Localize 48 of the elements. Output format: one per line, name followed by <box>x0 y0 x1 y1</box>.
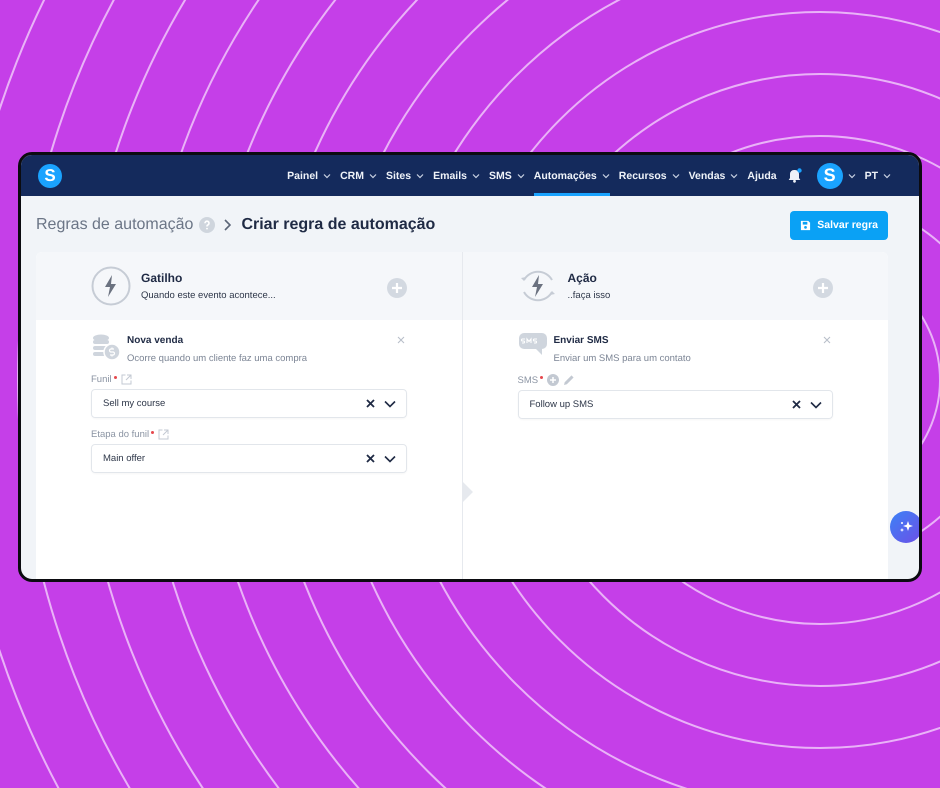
nav-menu-item[interactable]: Sites <box>386 155 424 196</box>
caret-icon <box>516 172 525 178</box>
sparkle-button[interactable] <box>890 511 919 543</box>
clear-icon[interactable] <box>366 399 374 408</box>
chevron-right-icon <box>223 219 232 231</box>
panel-subtitle: Quando este evento acontece... <box>141 290 277 301</box>
dropdown-field[interactable]: Main offer <box>91 444 406 473</box>
panel-subtitle: ..faça isso <box>568 290 612 301</box>
caret-icon <box>369 172 378 178</box>
page-title: Criar regra de automação <box>241 216 436 234</box>
coins-icon <box>91 332 121 362</box>
field-label: Etapa do funil <box>91 429 150 440</box>
nav-menu-item[interactable]: SMS <box>488 155 525 196</box>
panel-title: Gatilho <box>141 271 184 285</box>
nav-menu-item[interactable]: Ajuda <box>747 155 777 196</box>
caret-icon[interactable] <box>848 172 856 178</box>
lightning-icon <box>91 266 131 306</box>
nav-menu-item[interactable]: Automações <box>534 155 610 196</box>
field-label: Funil <box>91 374 112 385</box>
caret-icon <box>602 172 610 178</box>
caret-icon <box>416 172 424 178</box>
caret-icon <box>323 172 332 178</box>
bell-icon[interactable] <box>788 168 802 183</box>
nav-menu-item[interactable]: Emails <box>433 155 480 196</box>
item-title: Nova venda <box>127 335 184 346</box>
chevron-down-icon[interactable] <box>384 454 396 462</box>
clear-icon[interactable] <box>792 400 801 409</box>
nav-menu-item[interactable]: Recursos <box>618 155 680 196</box>
nav-menu-item[interactable]: Vendas <box>688 155 738 196</box>
save-icon <box>800 220 812 230</box>
caret-icon <box>883 172 891 178</box>
caret-icon <box>730 172 738 178</box>
dropdown-field[interactable]: Follow up SMS <box>518 390 833 419</box>
nav-menu-item[interactable]: Painel <box>287 155 332 196</box>
item-title: Enviar SMS <box>554 335 610 346</box>
item-description: Ocorre quando um cliente faz uma compra <box>127 353 308 364</box>
field-label: SMS <box>518 374 538 386</box>
caret-icon <box>472 172 480 178</box>
caret-icon <box>672 172 680 178</box>
breadcrumb-link[interactable]: Regras de automação <box>36 216 194 234</box>
nav-menu-item[interactable]: CRM <box>340 155 378 196</box>
chevron-down-icon[interactable] <box>810 400 822 408</box>
language-selector[interactable]: PT <box>864 155 891 196</box>
item-description: Enviar um SMS para um contato <box>554 353 692 364</box>
panel-title: Ação <box>568 271 598 285</box>
clear-icon[interactable] <box>366 454 374 463</box>
chevron-down-icon[interactable] <box>384 400 396 408</box>
dropdown-field[interactable]: Sell my course <box>91 389 406 418</box>
